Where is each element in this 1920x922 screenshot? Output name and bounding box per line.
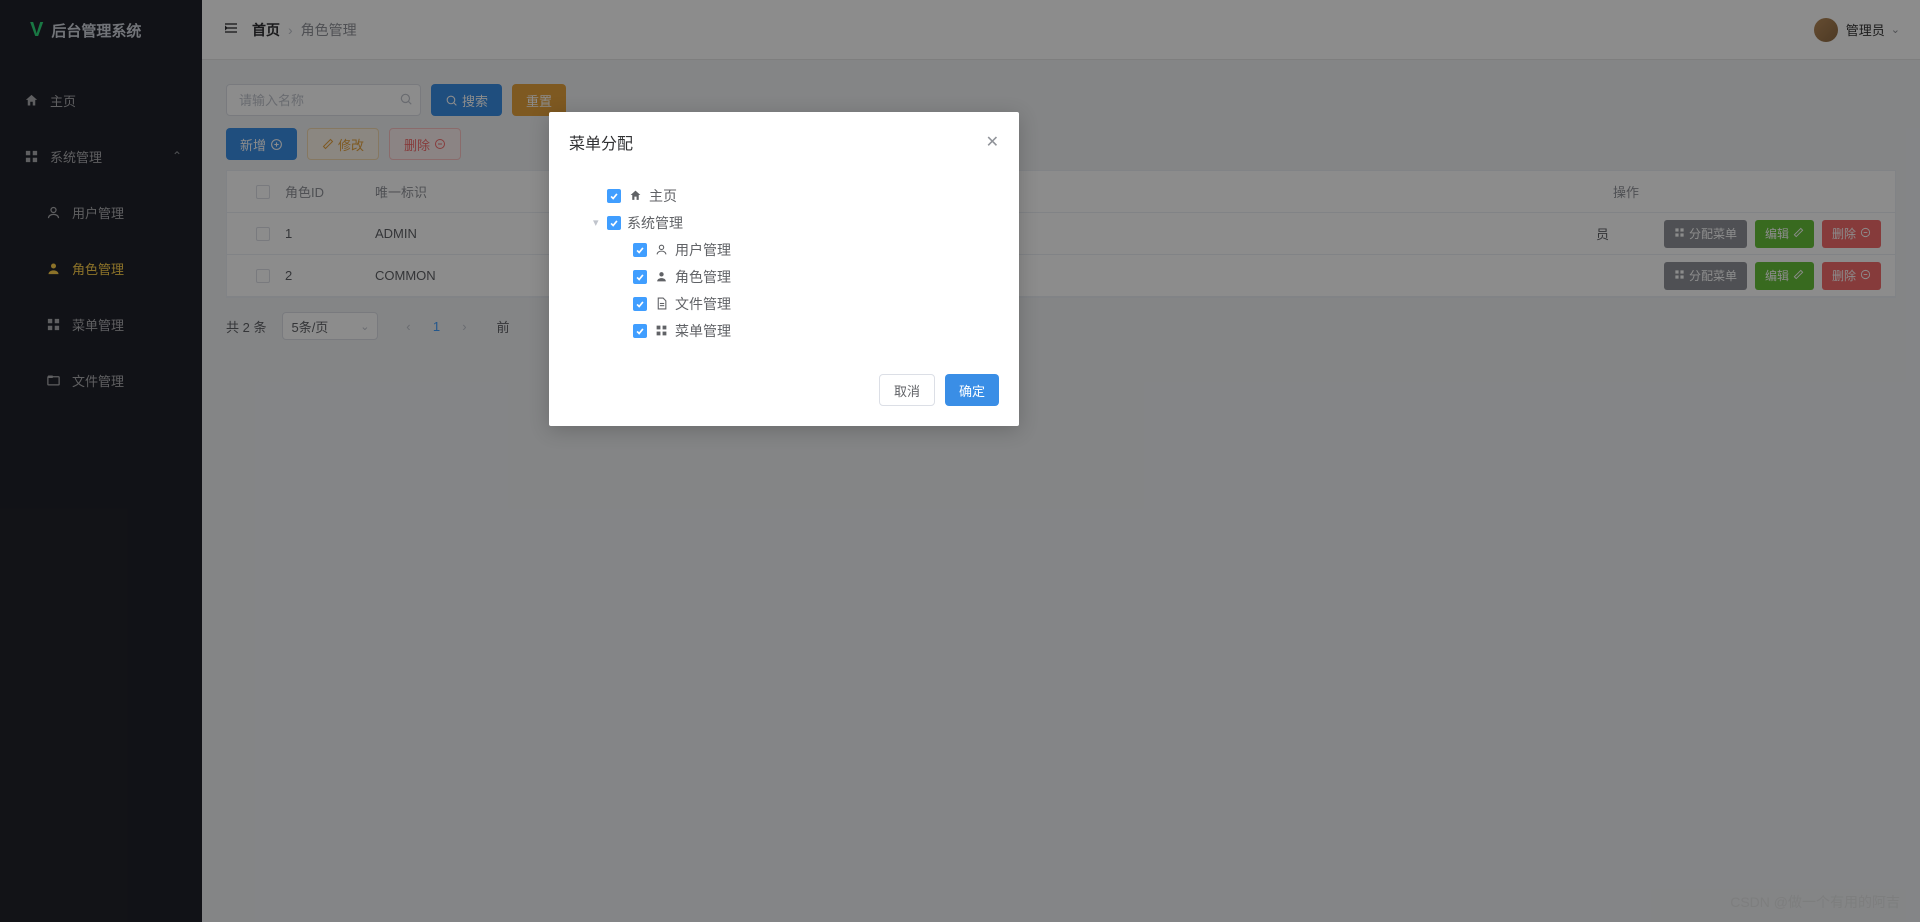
tree-checkbox[interactable] [633,270,647,284]
tree-label: 菜单管理 [675,321,731,341]
dialog-close-button[interactable]: ✕ [986,132,999,152]
user-outline-icon [653,243,669,256]
tree-caret[interactable]: ▾ [593,216,607,229]
file-icon [653,297,669,310]
tree-checkbox[interactable] [607,216,621,230]
grid-icon [653,324,669,337]
dialog-body: ▶ 主页 ▾ 系统管理 ▶ 用户管理 ▶ [549,172,1019,364]
tree-label: 角色管理 [675,267,731,287]
tree-label: 系统管理 [627,213,683,233]
tree-label: 文件管理 [675,294,731,314]
assign-menu-dialog: 菜单分配 ✕ ▶ 主页 ▾ 系统管理 ▶ [549,112,1019,426]
dialog-header: 菜单分配 ✕ [549,112,1019,172]
menu-tree: ▶ 主页 ▾ 系统管理 ▶ 用户管理 ▶ [569,182,999,344]
close-icon: ✕ [986,134,999,151]
user-solid-icon [653,270,669,283]
confirm-button[interactable]: 确定 [945,374,999,406]
tree-node[interactable]: ▶ 文件管理 [619,290,999,317]
tree-node[interactable]: ▶ 用户管理 [619,236,999,263]
tree-node[interactable]: ▾ 系统管理 [593,209,999,236]
tree-checkbox[interactable] [633,243,647,257]
tree-checkbox[interactable] [633,297,647,311]
tree-label: 用户管理 [675,240,731,260]
tree-node[interactable]: ▶ 主页 [593,182,999,209]
tree-checkbox[interactable] [633,324,647,338]
home-icon [627,189,643,202]
cancel-button[interactable]: 取消 [879,374,935,406]
tree-node[interactable]: ▶ 角色管理 [619,263,999,290]
tree-node[interactable]: ▶ 菜单管理 [619,317,999,344]
dialog-title: 菜单分配 [569,130,633,154]
tree-checkbox[interactable] [607,189,621,203]
dialog-footer: 取消 确定 [549,364,1019,426]
tree-children: ▶ 用户管理 ▶ 角色管理 ▶ 文件管理 [593,236,999,344]
tree-label: 主页 [649,186,677,206]
watermark: CSDN @做一个有用的阿吉 [1730,892,1900,912]
